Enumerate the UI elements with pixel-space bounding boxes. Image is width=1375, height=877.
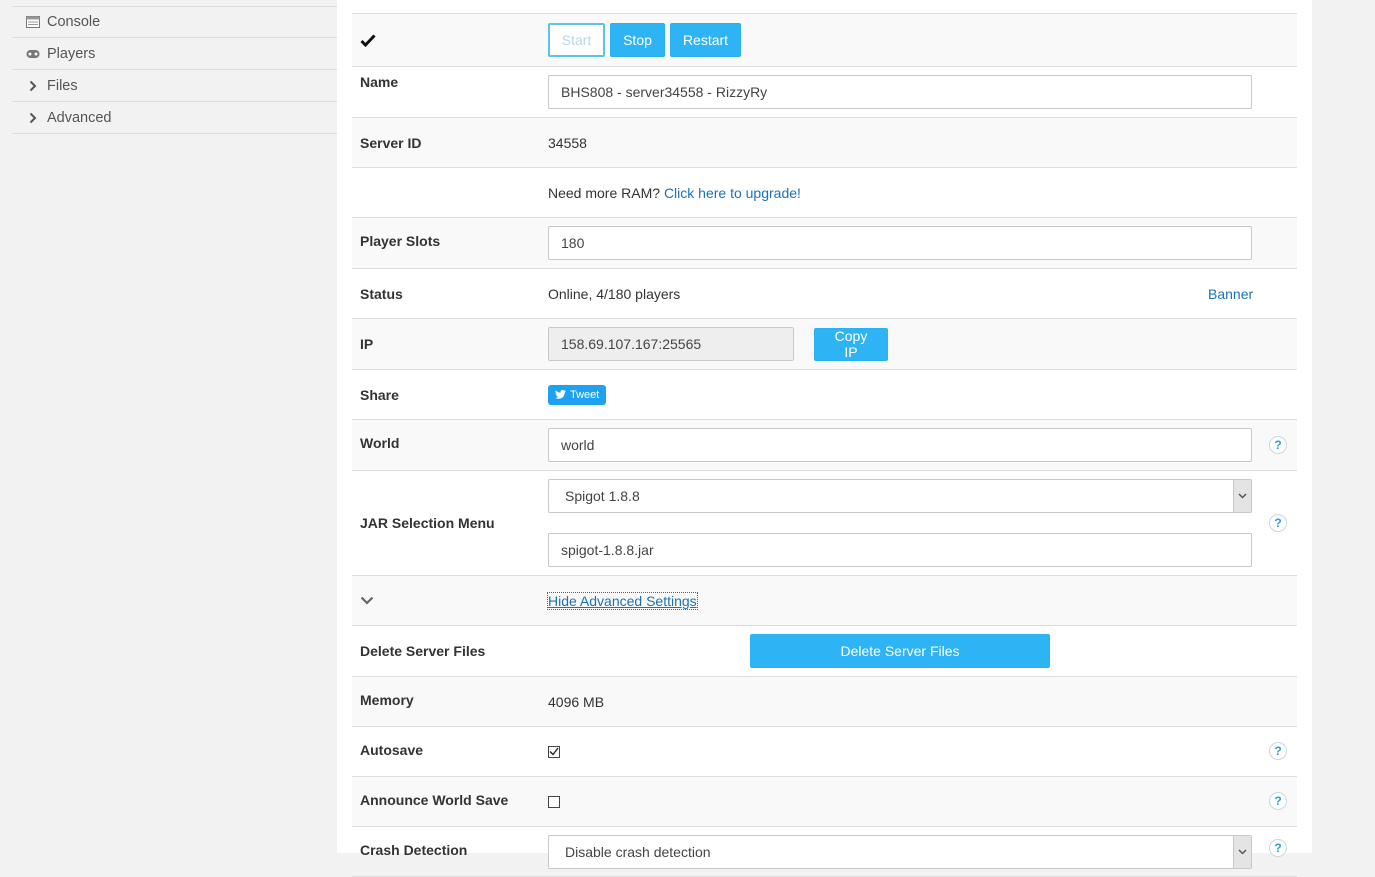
world-help-icon[interactable]: ? [1269,436,1287,454]
gamepad-icon [26,47,40,61]
ram-upgrade-row: Need more RAM? Click here to upgrade! [352,168,1297,218]
right-gutter [1312,0,1375,853]
jar-selection-row: JAR Selection Menu Spigot 1.8.8 spigot-1… [352,471,1297,576]
announce-help-icon[interactable]: ? [1269,792,1287,810]
announce-checkbox[interactable] [548,795,560,808]
ip-field[interactable]: 158.69.107.167:25565 [548,327,794,361]
world-input[interactable]: world [548,428,1252,462]
delete-server-files-button[interactable]: Delete Server Files [750,634,1050,668]
sidebar-item-files[interactable]: Files [12,70,337,102]
twitter-icon [555,390,566,399]
chevron-down-icon [1233,480,1251,512]
ip-row: IP 158.69.107.167:25565 Copy IP [352,319,1297,370]
player-slots-row: Player Slots 180 [352,218,1297,269]
ram-text: Need more RAM? [548,184,661,201]
sidebar-item-console[interactable]: Console [12,6,337,38]
world-label: World [360,435,400,451]
tweet-label: Tweet [570,388,600,401]
crash-label: Crash Detection [360,842,468,858]
stop-button[interactable]: Stop [610,23,665,57]
server-id-value: 34558 [548,134,587,151]
status-label: Status [360,285,403,302]
jar-label: JAR Selection Menu [360,515,495,531]
world-row: World world ? [352,420,1297,471]
sidebar-item-label: Players [47,45,96,62]
crash-selected-value: Disable crash detection [565,844,711,860]
ip-label: IP [360,336,374,352]
server-id-label: Server ID [360,134,422,151]
crash-select[interactable]: Disable crash detection [548,835,1252,869]
sidebar-item-label: Console [47,14,101,30]
jar-selected-value: Spigot 1.8.8 [565,488,640,504]
advanced-toggle-row: Hide Advanced Settings [352,576,1297,626]
chevron-down-icon [1233,836,1251,868]
upgrade-link[interactable]: Click here to upgrade! [664,185,801,201]
check-icon [549,747,559,756]
jar-select[interactable]: Spigot 1.8.8 [548,479,1252,513]
autosave-row: Autosave ? [352,727,1297,777]
name-label: Name [360,74,399,90]
start-button[interactable]: Start [548,23,605,57]
server-id-row: Server ID 34558 [352,118,1297,168]
settings-table: Start Stop Restart Name BHS808 - server3… [352,13,1297,877]
console-icon [26,15,40,29]
banner-link[interactable]: Banner [1208,269,1253,318]
status-check-icon [360,14,376,66]
share-label: Share [360,386,399,403]
delete-files-row: Delete Server Files Delete Server Files [352,626,1297,677]
sidebar-item-label: Advanced [47,109,112,126]
player-slots-label: Player Slots [360,233,441,249]
jar-file-input[interactable]: spigot-1.8.8.jar [548,533,1252,567]
sidebar: Console Players Files Advanced [12,0,337,134]
chevron-right-icon [26,79,40,93]
tweet-button[interactable]: Tweet [548,384,607,405]
memory-value: 4096 MB [548,693,605,710]
share-row: Share Tweet [352,370,1297,420]
memory-label: Memory [360,692,414,708]
sidebar-item-advanced[interactable]: Advanced [12,102,337,134]
chevron-down-icon[interactable] [360,576,374,625]
restart-button[interactable]: Restart [670,23,741,57]
player-slots-input[interactable]: 180 [548,226,1252,260]
name-input[interactable]: BHS808 - server34558 - RizzyRy [548,75,1252,109]
announce-label: Announce World Save [360,792,509,808]
memory-row: Memory 4096 MB [352,677,1297,727]
crash-detection-row: Crash Detection Disable crash detection … [352,827,1297,877]
autosave-label: Autosave [360,742,424,758]
delete-files-label: Delete Server Files [360,643,486,659]
status-value: Online, 4/180 players [548,285,681,302]
jar-help-icon[interactable]: ? [1269,514,1287,532]
crash-help-icon[interactable]: ? [1269,839,1287,857]
sidebar-item-players[interactable]: Players [12,38,337,70]
announce-row: Announce World Save ? [352,777,1297,827]
server-settings-panel: Start Stop Restart Name BHS808 - server3… [337,0,1312,877]
copy-ip-button[interactable]: Copy IP [814,327,888,361]
name-row: Name BHS808 - server34558 - RizzyRy [352,67,1297,118]
controls-row: Start Stop Restart [352,14,1297,67]
chevron-right-icon [26,111,40,125]
autosave-checkbox[interactable] [548,745,560,758]
sidebar-item-label: Files [47,77,78,94]
status-row: Status Online, 4/180 players Banner [352,269,1297,319]
hide-advanced-link[interactable]: Hide Advanced Settings [547,591,698,610]
autosave-help-icon[interactable]: ? [1269,742,1287,760]
